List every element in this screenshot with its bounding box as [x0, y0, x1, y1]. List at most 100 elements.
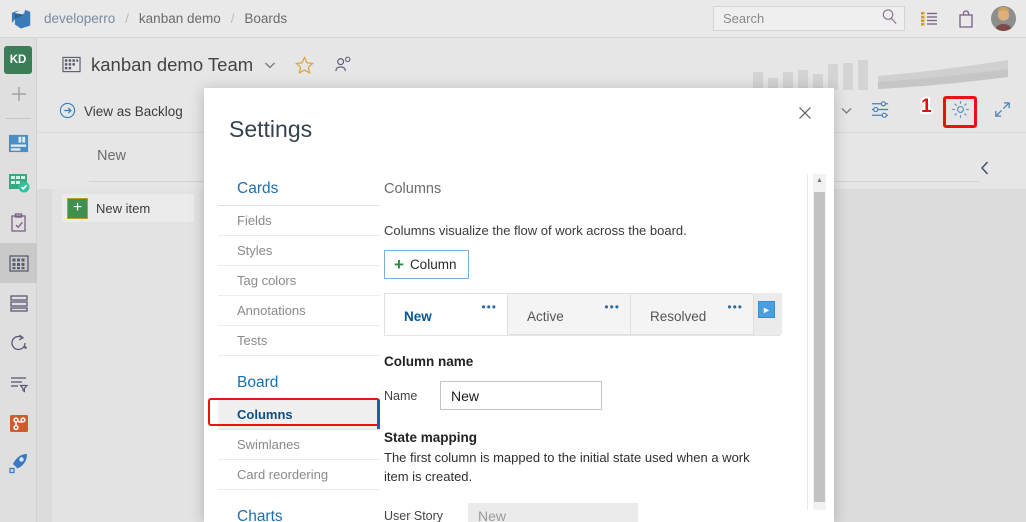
- settings-dialog: Settings Cards Fields Styles Tag colors …: [204, 88, 834, 522]
- chevron-down-icon: [839, 103, 854, 121]
- app-root: developerro / kanban demo / Boards Searc…: [0, 0, 1026, 522]
- search-icon[interactable]: [881, 8, 898, 30]
- column-name-heading: Column name: [384, 354, 780, 369]
- nav-item-annotations[interactable]: Annotations: [218, 296, 380, 326]
- nav-item-tag-colors[interactable]: Tag colors: [218, 266, 380, 296]
- triangle-right-icon[interactable]: ►: [758, 301, 775, 318]
- nav-item-fields[interactable]: Fields: [218, 206, 380, 236]
- ellipsis-icon[interactable]: •••: [604, 300, 620, 314]
- user-story-row: User Story New: [384, 503, 780, 522]
- content-heading: Columns: [384, 181, 834, 197]
- state-mapping-heading: State mapping: [384, 430, 780, 445]
- rail-item-queries[interactable]: [0, 363, 37, 403]
- breadcrumb-separator: /: [231, 11, 235, 26]
- tab-label: Resolved: [650, 309, 706, 324]
- board-settings-button[interactable]: [943, 96, 977, 128]
- rail-item-kanban-board[interactable]: [0, 243, 37, 283]
- close-icon[interactable]: [792, 100, 818, 126]
- project-avatar[interactable]: KD: [4, 46, 32, 74]
- tab-column-resolved[interactable]: Resolved •••: [630, 293, 754, 335]
- columns-nav-item[interactable]: Columns: [218, 400, 380, 430]
- azure-devops-logo-icon[interactable]: [0, 0, 44, 38]
- sliders-icon[interactable]: [870, 99, 891, 125]
- columns-highlight-box: [208, 398, 380, 426]
- team-members-icon[interactable]: [334, 56, 352, 74]
- rail-item-add[interactable]: [0, 74, 37, 114]
- nav-item-columns-label: Columns: [237, 407, 293, 422]
- tab-column-new[interactable]: New •••: [384, 293, 508, 335]
- tab-label: New: [404, 309, 432, 324]
- user-story-label: User Story: [384, 509, 456, 522]
- user-avatar[interactable]: [991, 6, 1016, 31]
- tab-label: Active: [527, 309, 564, 324]
- ellipsis-icon[interactable]: •••: [481, 300, 497, 314]
- dialog-body: Cards Fields Styles Tag colors Annotatio…: [204, 173, 834, 522]
- left-navigation-rail: KD: [0, 38, 37, 522]
- chevron-left-icon[interactable]: [978, 160, 992, 181]
- scrollbar-thumb[interactable]: [814, 192, 825, 502]
- plus-icon: +: [67, 198, 88, 219]
- content-description: Columns visualize the flow of work acros…: [384, 223, 834, 238]
- rail-divider: [6, 118, 31, 119]
- breadcrumb-section[interactable]: Boards: [244, 11, 287, 26]
- add-column-label: Column: [410, 257, 457, 272]
- view-as-backlog-label: View as Backlog: [84, 104, 183, 119]
- nav-item-styles[interactable]: Styles: [218, 236, 380, 266]
- background-chart-decoration: [735, 52, 1010, 90]
- rail-item-repos[interactable]: [0, 403, 37, 443]
- annotation-number-1: 1: [921, 96, 932, 118]
- dialog-scrollbar[interactable]: ▲: [813, 174, 826, 510]
- column-name-input[interactable]: New: [440, 381, 602, 410]
- plus-icon: +: [394, 256, 404, 273]
- checklist-icon[interactable]: [919, 8, 941, 30]
- new-item-label: New item: [96, 201, 150, 216]
- breadcrumb-project[interactable]: kanban demo: [139, 11, 221, 26]
- breadcrumb: developerro / kanban demo / Boards: [44, 11, 287, 26]
- new-item-button[interactable]: + New item: [62, 194, 194, 222]
- breadcrumb-separator: /: [125, 11, 129, 26]
- triangle-up-icon[interactable]: ▲: [813, 174, 826, 187]
- column-detail-form: Column name Name New State mapping The f…: [384, 335, 780, 522]
- nav-spacer: [218, 490, 380, 501]
- settings-nav: Cards Fields Styles Tag colors Annotatio…: [204, 173, 380, 522]
- view-as-backlog-button[interactable]: View as Backlog: [59, 102, 183, 122]
- rail-item-sprints[interactable]: [0, 323, 37, 363]
- column-tabs: New ••• Active ••• Resolved ••• ►: [384, 293, 834, 335]
- top-navigation-bar: developerro / kanban demo / Boards Searc…: [0, 0, 1026, 38]
- nav-item-swimlanes[interactable]: Swimlanes: [218, 430, 380, 460]
- nav-item-tests[interactable]: Tests: [218, 326, 380, 356]
- nav-group-cards: Cards: [218, 173, 380, 206]
- top-bar-actions: Search: [713, 6, 1026, 31]
- tab-column-active[interactable]: Active •••: [507, 293, 631, 335]
- name-label: Name: [384, 389, 428, 403]
- dialog-title: Settings: [229, 116, 312, 143]
- nav-group-charts: Charts: [218, 501, 380, 522]
- rail-item-pipelines[interactable]: [0, 443, 37, 483]
- search-input[interactable]: Search: [713, 6, 905, 31]
- star-icon[interactable]: [295, 56, 314, 75]
- search-placeholder: Search: [723, 11, 881, 26]
- nav-group-board: Board: [218, 367, 380, 400]
- rail-item-boards[interactable]: [0, 163, 37, 203]
- nav-item-card-reordering[interactable]: Card reordering: [218, 460, 380, 490]
- chevron-down-icon[interactable]: [263, 58, 277, 72]
- arrow-right-circle-icon: [59, 102, 76, 122]
- dialog-content-divider: [807, 174, 808, 510]
- name-field-row: Name New: [384, 381, 780, 410]
- board-column-title: New: [97, 148, 126, 164]
- rail-item-overview[interactable]: [0, 123, 37, 163]
- rail-item-backlogs[interactable]: [0, 283, 37, 323]
- page-title: kanban demo Team: [91, 54, 253, 76]
- shopping-bag-icon[interactable]: [955, 8, 977, 30]
- expand-arrows-icon[interactable]: [993, 100, 1012, 124]
- nav-spacer: [218, 356, 380, 367]
- settings-highlight-box: [943, 96, 977, 128]
- breadcrumb-organization[interactable]: developerro: [44, 11, 115, 26]
- board-lane-new: [52, 189, 212, 522]
- rail-item-work-items[interactable]: [0, 203, 37, 243]
- user-story-state-select[interactable]: New: [468, 503, 638, 522]
- state-mapping-description: The first column is mapped to the initia…: [384, 449, 756, 487]
- add-column-button[interactable]: + Column: [384, 250, 469, 279]
- board-grid-icon: [62, 56, 81, 74]
- ellipsis-icon[interactable]: •••: [727, 300, 743, 314]
